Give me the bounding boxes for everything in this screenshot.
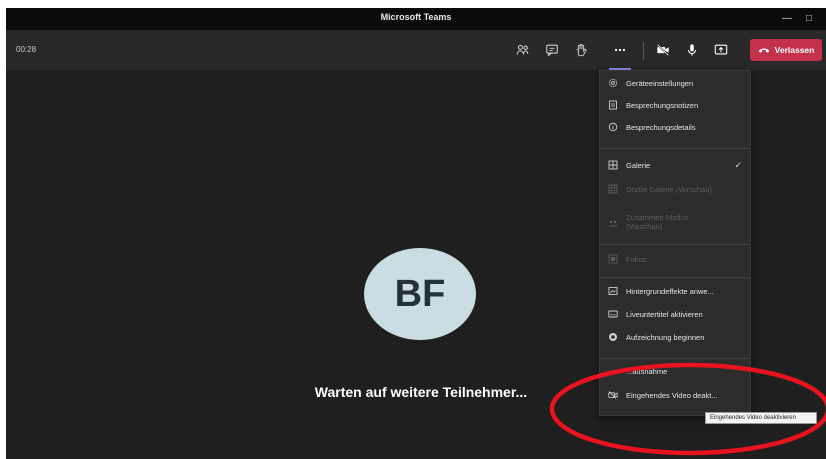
gear-icon [608, 78, 618, 88]
microphone-icon [687, 44, 697, 56]
menu-divider [600, 244, 750, 245]
leave-label: Verlassen [774, 45, 815, 55]
menu-item-label: Besprechungsnotizen [626, 100, 699, 110]
microphone-button[interactable] [680, 38, 704, 62]
menu-item-label: Hintergrundeffekte anwe... [626, 286, 714, 296]
share-screen-icon [714, 44, 728, 55]
hang-up-icon [758, 48, 769, 53]
menu-item-label: Große Galerie (Vorschau) [626, 184, 712, 194]
large-grid-icon [608, 184, 618, 194]
share-screen-button[interactable] [709, 38, 733, 62]
chat-icon [546, 44, 558, 57]
toolbar-divider [643, 42, 644, 60]
menu-item-label: Zusammen-Modus [626, 213, 689, 222]
menu-item-label: Fokus [626, 254, 647, 264]
captions-icon [608, 309, 618, 319]
menu-item-label: Besprechungsdetails [626, 122, 696, 132]
avatar-initials: BF [394, 272, 446, 315]
chat-button[interactable] [540, 38, 564, 62]
background-icon [608, 286, 618, 296]
menu-item-label: Liveuntertitel aktivieren [626, 309, 703, 319]
camera-off-icon [657, 44, 669, 56]
camera-toggle-button[interactable] [651, 38, 675, 62]
call-toolbar: 00:28 Verlassen [6, 30, 826, 70]
menu-item-together-mode: Zusammen-Modus (Vorschau) [600, 211, 750, 235]
menu-item-label: Aufzeichnung beginnen [626, 332, 705, 342]
info-icon [608, 122, 618, 132]
focus-icon [608, 254, 618, 264]
record-icon [608, 332, 618, 342]
highlight-ellipse [549, 362, 826, 456]
avatar: BF [364, 248, 476, 340]
menu-item-sublabel: (Vorschau) [626, 222, 663, 231]
window-title: Microsoft Teams [380, 12, 452, 22]
waiting-message: Warten auf weitere Teilnehmer... [314, 384, 528, 400]
menu-divider [600, 277, 750, 278]
participants-button[interactable] [511, 38, 535, 62]
grid-icon [608, 160, 618, 170]
hand-icon [576, 43, 587, 57]
menu-item-label: Galerie [626, 160, 651, 170]
raise-hand-button[interactable] [569, 38, 593, 62]
more-actions-button[interactable] [608, 38, 632, 62]
call-timer: 00:28 [16, 45, 37, 54]
checkmark-icon: ✓ [734, 159, 742, 170]
people-icon [516, 44, 529, 55]
minimize-button[interactable]: — [776, 8, 798, 30]
maximize-button[interactable]: □ [798, 8, 820, 30]
notes-icon [608, 100, 618, 110]
title-bar: Microsoft Teams — □ [6, 8, 826, 30]
more-icon [614, 48, 626, 52]
menu-divider [600, 358, 750, 359]
menu-item-label: Geräteeinstellungen [626, 78, 694, 88]
together-icon [608, 218, 618, 228]
leave-button[interactable]: Verlassen [750, 39, 822, 61]
menu-divider [600, 148, 750, 149]
